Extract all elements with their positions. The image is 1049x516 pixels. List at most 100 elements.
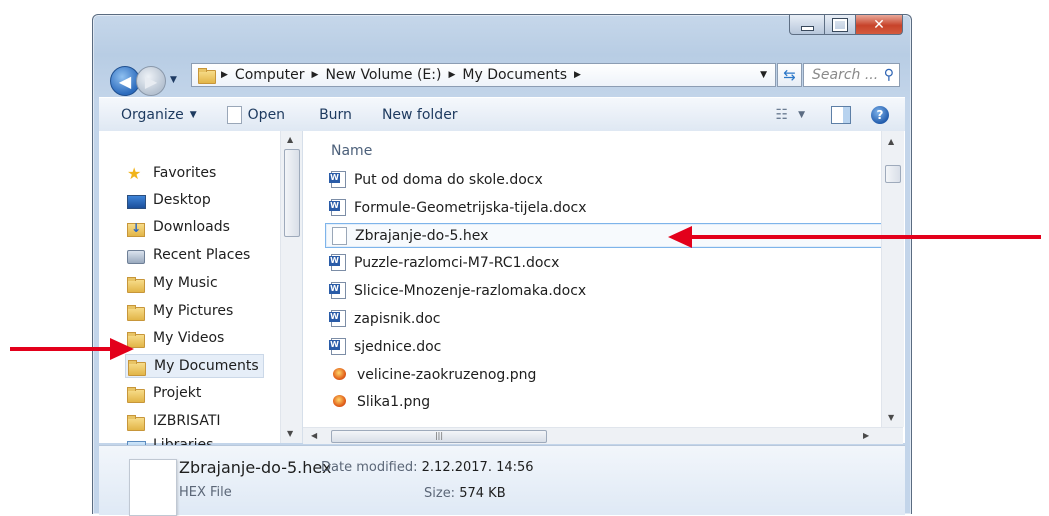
search-icon[interactable]: ⚲ [884,67,894,83]
nav-scroll-thumb[interactable] [284,149,300,237]
file-row[interactable]: Slicice-Mnozenje-razlomaka.docx [325,279,881,302]
file-scroll-thumb[interactable] [885,165,901,183]
folder-icon [128,359,146,376]
file-name: sjednice.doc [354,338,442,355]
chevron-down-icon: ▼ [189,109,197,120]
burn-button[interactable]: Burn [319,107,352,123]
recent-pages-dropdown[interactable]: ▼ [170,75,177,85]
nav-item-label: Downloads [153,219,230,235]
desktop-icon [127,193,146,209]
breadcrumb-separator-icon[interactable]: ▶ [574,70,581,80]
image-file-icon [331,366,349,383]
breadcrumb-new-volume[interactable]: New Volume (E:) [325,67,441,83]
change-view-icon[interactable]: ☷ [776,107,789,123]
details-date-modified: Date modified: 2.12.2017. 14:56 [321,460,534,475]
address-bar[interactable]: ▶ Computer ▶ New Volume (E:) ▶ My Docume… [191,63,776,87]
file-row[interactable]: Formule-Geometrijska-tijela.docx [325,196,881,219]
date-modified-label: Date modified: [321,460,418,475]
file-row[interactable]: Puzzle-razlomci-M7-RC1.docx [325,251,881,274]
nav-item-my-music[interactable]: My Music [127,272,218,294]
word-doc-icon [329,199,346,216]
nav-item-favorites[interactable]: ★ Favorites [127,162,216,184]
size-value: 574 KB [459,486,506,501]
new-folder-button[interactable]: New folder [382,107,458,123]
nav-item-izbrisati[interactable]: IZBRISATI [127,410,221,432]
refresh-button[interactable]: ⇆ [777,63,802,87]
horizontal-scroll-thumb[interactable]: ||| [331,430,547,443]
preview-pane-icon[interactable] [831,105,851,124]
refresh-icon: ⇆ [783,66,796,84]
scroll-left-icon[interactable]: ◀ [311,431,317,440]
address-dropdown-icon[interactable]: ▼ [760,70,767,80]
nav-item-recent-places[interactable]: Recent Places [127,244,250,266]
red-arrow-pointing-left [668,226,1041,248]
minimize-icon [800,25,814,31]
file-row[interactable]: Put od doma do skole.docx [325,168,881,191]
nav-item-label: IZBRISATI [153,413,221,429]
file-name: Put od doma do skole.docx [354,171,543,188]
nav-item-label: Projekt [153,385,202,401]
details-file-name: Zbrajanje-do-5.hex [179,458,332,477]
scroll-down-icon[interactable]: ▼ [888,413,894,422]
maximize-button[interactable] [825,15,856,35]
star-icon: ★ [127,163,142,183]
burn-label: Burn [319,106,352,123]
search-input[interactable]: Search ... ⚲ [803,63,900,87]
folder-icon [127,304,145,321]
nav-item-my-documents[interactable]: My Documents [125,354,264,378]
close-button[interactable]: ✕ [856,15,903,35]
file-row[interactable]: sjednice.doc [325,335,881,358]
nav-scrollbar[interactable]: ▲ ▼ [280,131,302,443]
breadcrumb-my-documents[interactable]: My Documents [462,67,567,83]
window-controls: ✕ [789,15,903,35]
nav-item-my-pictures[interactable]: My Pictures [127,300,233,322]
file-name: Slika1.png [357,393,431,410]
open-button[interactable]: Open [226,105,285,124]
downloads-folder-icon [127,220,145,237]
help-icon[interactable]: ? [871,105,889,124]
file-name: Zbrajanje-do-5.hex [355,227,489,244]
scroll-up-icon[interactable]: ▲ [888,137,894,146]
view-chevron-down-icon[interactable]: ▼ [798,110,805,120]
scroll-down-icon[interactable]: ▼ [287,429,293,438]
nav-item-label: My Pictures [153,303,234,319]
nav-item-label: Desktop [153,192,211,208]
breadcrumb-separator-icon: ▶ [221,70,228,80]
search-placeholder: Search ... [812,67,879,83]
file-row[interactable]: Slika1.png [325,390,881,413]
file-row[interactable]: velicine-zaokruzenog.png [325,363,881,386]
file-list: Name Put od doma do skole.docx Formule-G… [303,131,905,444]
forward-button[interactable]: ▶ [136,66,166,96]
word-doc-icon [329,310,346,327]
file-list-scrollbar[interactable]: ▲ ▼ [881,131,904,427]
address-folder-icon [198,67,216,84]
nav-item-my-videos[interactable]: My Videos [127,327,224,349]
column-header-name[interactable]: Name [331,143,372,159]
maximize-icon [832,17,848,32]
word-doc-icon [329,171,346,188]
close-icon: ✕ [873,16,885,33]
horizontal-scrollbar[interactable]: ◀ ||| ▶ [303,427,903,444]
nav-item-downloads[interactable]: Downloads [127,216,230,238]
details-file-type: HEX File [179,485,232,500]
new-folder-label: New folder [381,106,458,123]
word-doc-icon [329,282,346,299]
command-bar: Organize ▼ Open Burn New folder ☷ ▼ ? [99,97,905,132]
breadcrumb-computer[interactable]: Computer [235,67,305,83]
recent-places-icon [127,248,145,264]
nav-item-label: Favorites [153,165,217,181]
nav-item-label: Recent Places [153,247,251,263]
toolbar-right: ☷ ▼ ? [776,105,889,124]
scroll-up-icon[interactable]: ▲ [287,135,293,144]
nav-item-desktop[interactable]: Desktop [127,189,211,211]
scroll-right-icon[interactable]: ▶ [863,431,869,440]
file-row[interactable]: zapisnik.doc [325,307,881,330]
organize-label: Organize [121,106,184,123]
organize-button[interactable]: Organize ▼ [121,107,197,123]
nav-item-projekt[interactable]: Projekt [127,382,201,404]
breadcrumb-separator-icon[interactable]: ▶ [448,70,455,80]
word-doc-icon [329,254,346,271]
nav-item-label: My Documents [154,358,259,374]
breadcrumb-separator-icon[interactable]: ▶ [312,70,319,80]
minimize-button[interactable] [789,15,825,35]
